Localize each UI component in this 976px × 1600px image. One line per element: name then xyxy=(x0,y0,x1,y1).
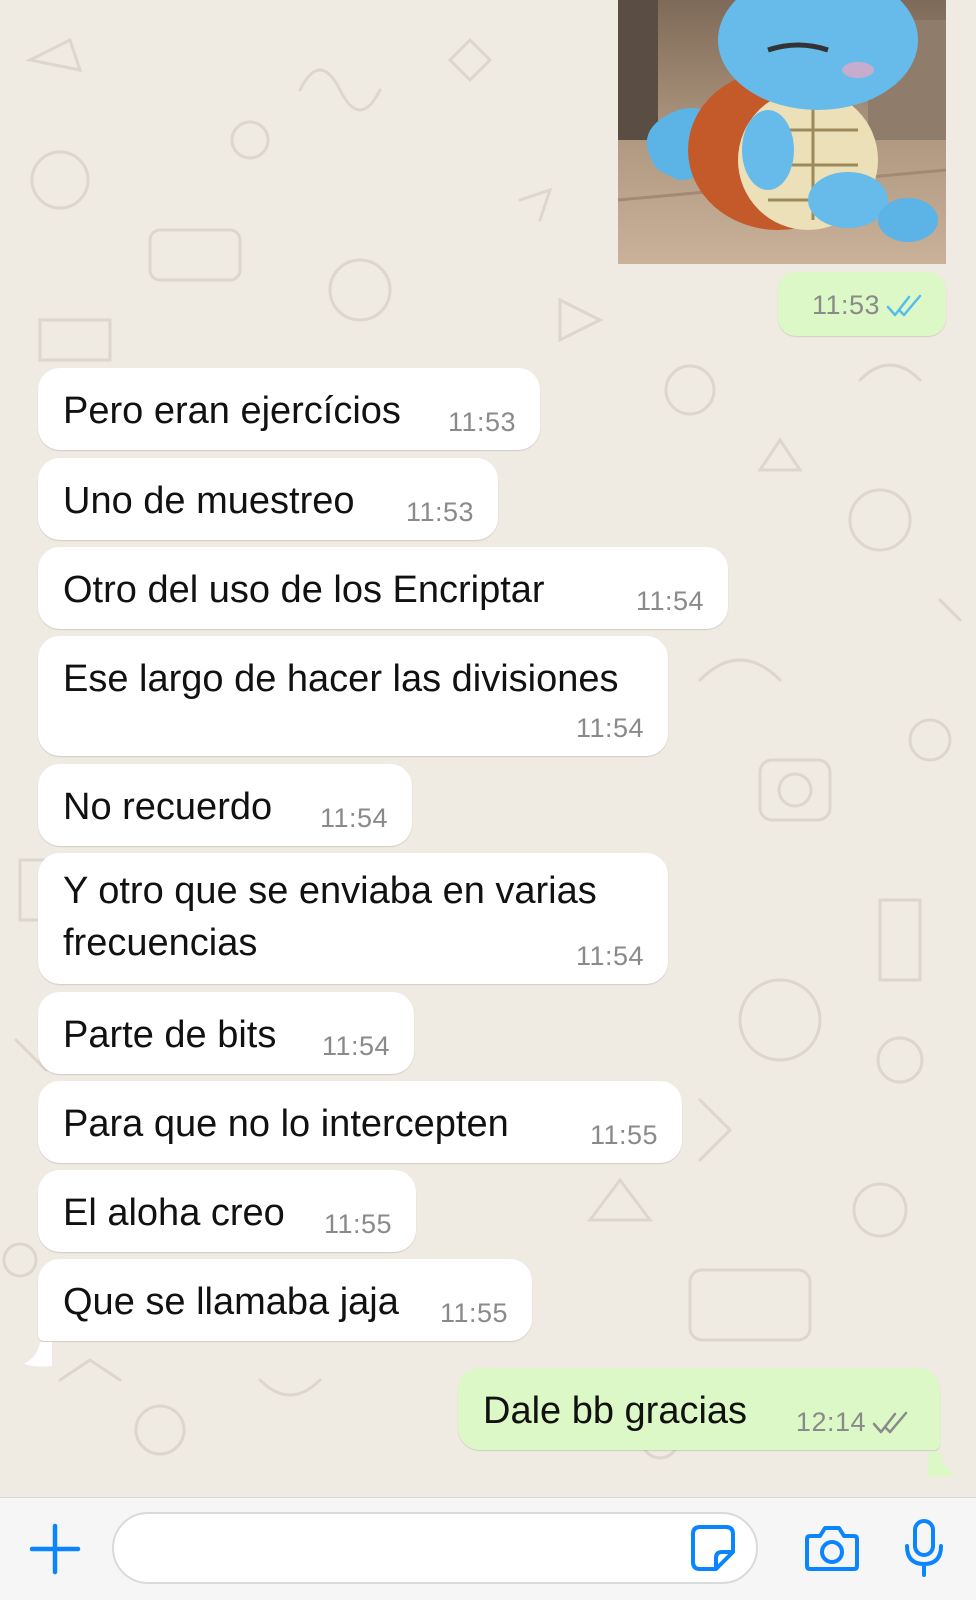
chat-area[interactable]: 11:53 Pero eran ejercícios 11:53 Uno de … xyxy=(0,0,976,1497)
message-input[interactable] xyxy=(112,1512,758,1584)
message-bubble-incoming[interactable]: Para que no lo intercepten 11:55 xyxy=(38,1081,682,1163)
camera-icon[interactable] xyxy=(804,1524,860,1572)
message-text: Pero eran ejercícios xyxy=(63,390,401,432)
message-text: Uno de muestreo xyxy=(63,480,355,522)
message-text: Y otro que se enviaba en varias frecuenc… xyxy=(63,865,597,969)
message-time: 11:53 xyxy=(405,497,474,527)
message-text: El aloha creo xyxy=(63,1192,285,1234)
message-bubble-incoming[interactable]: Otro del uso de los Encriptar 11:54 xyxy=(38,547,728,629)
message-time: 11:54 xyxy=(635,586,704,616)
squirtle-image xyxy=(618,0,946,264)
message-time: 12:14 xyxy=(795,1407,866,1437)
message-bubble-incoming[interactable]: Ese largo de hacer las divisiones 11:54 xyxy=(38,636,668,756)
message-bubble-incoming[interactable]: Y otro que se enviaba en varias frecuenc… xyxy=(38,853,668,984)
message-text-line-2: frecuencias xyxy=(63,922,258,964)
bubble-tail xyxy=(24,1342,52,1367)
read-receipt-icon xyxy=(886,294,924,318)
message-text-line-1: Y otro que se enviaba en varias xyxy=(63,870,597,912)
message-time: 11:54 xyxy=(575,941,644,971)
message-time: 11:53 xyxy=(811,290,880,320)
message-time: 11:55 xyxy=(589,1120,658,1150)
message-bubble-incoming[interactable]: Que se llamaba jaja 11:55 xyxy=(38,1259,532,1341)
message-bubble-incoming[interactable]: Parte de bits 11:54 xyxy=(38,992,414,1074)
message-bubble-incoming[interactable]: Pero eran ejercícios 11:53 xyxy=(38,368,540,450)
bubble-tail xyxy=(928,1452,956,1477)
message-time: 11:55 xyxy=(439,1298,508,1328)
message-text: Parte de bits xyxy=(63,1014,277,1056)
delivered-receipt-icon xyxy=(872,1411,910,1435)
message-text: Otro del uso de los Encriptar xyxy=(63,569,545,611)
message-text: Que se llamaba jaja xyxy=(63,1281,399,1323)
message-bubble-outgoing[interactable]: Dale bb gracias 12:14 xyxy=(458,1368,940,1450)
message-bubble-incoming[interactable]: Uno de muestreo 11:53 xyxy=(38,458,498,540)
message-text: Para que no lo intercepten xyxy=(63,1103,509,1145)
message-bubble-incoming[interactable]: El aloha creo 11:55 xyxy=(38,1170,416,1252)
message-text: Dale bb gracias xyxy=(483,1390,748,1432)
message-input-bar xyxy=(0,1497,976,1600)
message-time: 11:54 xyxy=(319,803,388,833)
message-time: 11:53 xyxy=(447,407,516,437)
message-time: 11:54 xyxy=(575,713,644,743)
message-bubble-incoming[interactable]: No recuerdo 11:54 xyxy=(38,764,412,846)
message-time: 11:54 xyxy=(321,1031,390,1061)
plus-icon[interactable] xyxy=(28,1522,82,1576)
image-message-footer[interactable]: 11:53 xyxy=(778,272,946,336)
message-time: 11:55 xyxy=(323,1209,392,1239)
message-text: No recuerdo xyxy=(63,786,273,828)
microphone-icon[interactable] xyxy=(904,1518,944,1578)
shared-image-squirtle[interactable] xyxy=(618,0,946,264)
sticker-icon[interactable] xyxy=(690,1524,736,1572)
message-text: Ese largo de hacer las divisiones xyxy=(63,658,619,700)
